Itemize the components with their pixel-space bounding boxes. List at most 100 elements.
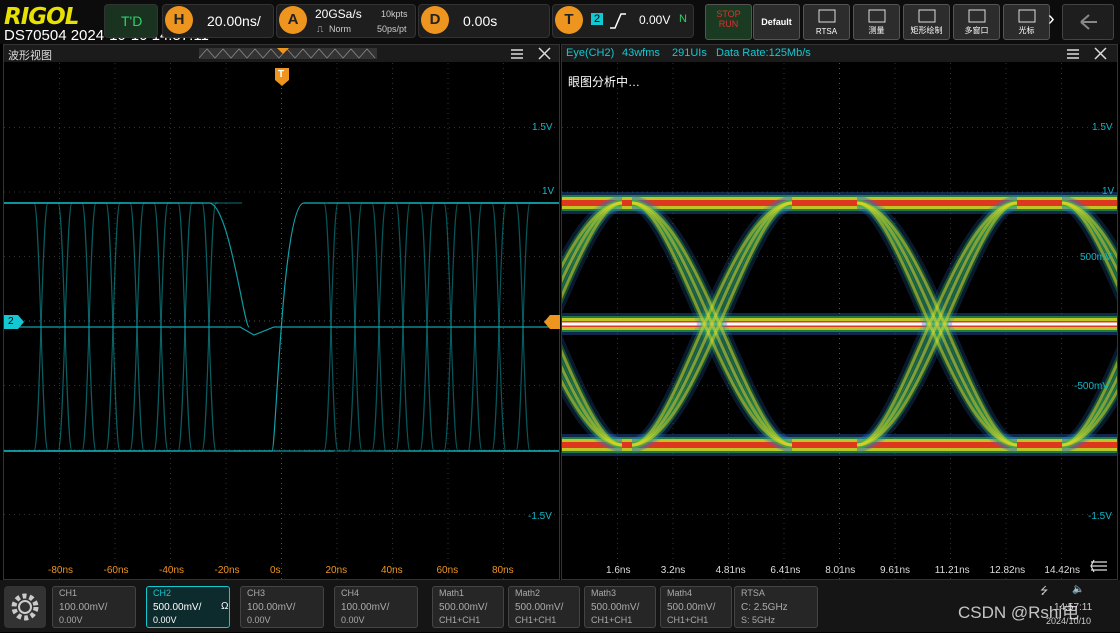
box-value: 100.00mV/	[59, 602, 108, 613]
y-label: -1.5V	[528, 511, 552, 522]
x-label: 60ns	[436, 565, 459, 576]
box-subvalue: CH1+CH1	[591, 615, 633, 625]
math-1-box[interactable]: Math1 500.00mV/CH1+CH1	[432, 586, 504, 628]
toolbar-button-label: RTSA	[815, 27, 838, 36]
delay-value: 0.00s	[463, 13, 498, 29]
watermark: CSDN @Rshi电	[958, 603, 1080, 622]
box-name: Math4	[667, 588, 693, 598]
math-3-box[interactable]: Math3 500.00mV/CH1+CH1	[584, 586, 656, 628]
trigger-status-button[interactable]: T'D	[104, 4, 158, 38]
waveform-view-pane: 波形视图 T 2 1.5V 1V -1.5V -80ns -60ns -40ns -2…	[3, 44, 560, 580]
menu-icon[interactable]	[1066, 47, 1080, 60]
horizontal-scale: 20.00ns/	[207, 13, 261, 29]
acquire-badge: A	[279, 6, 307, 34]
box-subvalue: 0.00V	[59, 615, 83, 625]
delay-badge: D	[421, 6, 449, 34]
rising-edge-icon	[610, 13, 626, 29]
eye-source: Eye(CH2)	[566, 47, 615, 59]
measure-button[interactable]: 测量	[853, 4, 900, 40]
box-value: 500.00mV/	[153, 602, 202, 613]
eye-data-rate: Data Rate:125Mb/s	[716, 47, 811, 59]
trigger-button[interactable]: T 2 0.00V N	[552, 4, 694, 38]
eye-analysis-status: 眼图分析中…	[568, 75, 641, 89]
measure-icon	[868, 9, 886, 23]
eye-diagram-header: Eye(CH2) 43wfms 291UIs Data Rate:125Mb/s	[562, 45, 1117, 62]
trigger-position-marker[interactable]: T	[274, 67, 290, 87]
channel2-marker[interactable]: 2	[4, 315, 24, 329]
y-label: 1.5V	[532, 122, 553, 133]
eye-diagram-grid[interactable]	[562, 63, 1117, 579]
x-label: -80ns	[48, 565, 74, 576]
horizontal-badge: H	[165, 6, 193, 34]
close-icon[interactable]	[538, 47, 551, 60]
toolbar-button-label: 多窗口	[964, 26, 989, 35]
waveform-view-header: 波形视图	[4, 45, 559, 62]
cursor-icon	[1018, 9, 1036, 23]
rtsa-icon	[818, 9, 836, 23]
delay-button[interactable]: D 0.00s	[418, 4, 550, 38]
back-button[interactable]	[1062, 4, 1114, 40]
acquire-button[interactable]: A 20GSa/s ⎍ Norm 10kpts 50ps/pt	[276, 4, 416, 38]
horizontal-button[interactable]: H 20.00ns/	[162, 4, 274, 38]
x-label: 8.01ns	[825, 565, 856, 576]
toolbar-button-label: STOP RUN	[716, 9, 741, 29]
back-icon	[1080, 14, 1097, 30]
eye-waveform-count: 43wfms	[622, 47, 660, 59]
rtsa-button[interactable]: RTSA	[803, 4, 850, 40]
waveform-view-title: 波形视图	[8, 50, 52, 62]
sample-period: 50ps/pt	[377, 24, 407, 34]
eye-diagram-pane: Eye(CH2) 43wfms 291UIs Data Rate:125Mb/s…	[561, 44, 1118, 580]
memory-overview-bar[interactable]	[199, 48, 377, 59]
default-button[interactable]: Default	[753, 4, 800, 40]
x-label: 6.41ns	[770, 565, 801, 576]
y-label: 1V	[542, 186, 555, 197]
trigger-badge: T	[555, 6, 583, 34]
trigger-source: 2	[591, 13, 604, 25]
x-label: 20ns	[325, 565, 348, 576]
channel-2-box[interactable]: CH2 500.00mV/0.00V Ω	[146, 586, 230, 628]
x-label: -40ns	[159, 565, 185, 576]
box-subvalue: 0.00V	[341, 615, 365, 625]
box-subvalue: CH1+CH1	[667, 615, 709, 625]
x-label: 9.61ns	[880, 565, 911, 576]
stop-run-button[interactable]: STOP RUN	[705, 4, 752, 40]
trigger-level-marker[interactable]	[544, 315, 560, 329]
rect-draw-button[interactable]: 矩形绘制	[903, 4, 950, 40]
x-label: -60ns	[103, 565, 129, 576]
close-icon[interactable]	[1094, 47, 1107, 60]
gear-icon	[11, 593, 39, 621]
box-value: C: 2.5GHz	[741, 602, 788, 613]
box-name: CH3	[247, 588, 266, 598]
acquire-mode: Norm	[329, 24, 351, 34]
cursor-button[interactable]: 光标	[1003, 4, 1050, 40]
multiwindow-icon	[968, 9, 986, 23]
y-label: 1V	[1102, 186, 1115, 197]
x-label: 3.2ns	[660, 565, 686, 576]
multiwindow-button[interactable]: 多窗口	[953, 4, 1000, 40]
x-label: -20ns	[214, 565, 240, 576]
x-label: 12.82ns	[989, 565, 1026, 576]
settings-button[interactable]	[4, 586, 46, 628]
collapse-icon[interactable]	[1090, 559, 1108, 573]
waveform-grid[interactable]	[4, 63, 559, 579]
rtsa-box[interactable]: RTSA C: 2.5GHz S: 5GHz	[734, 586, 818, 628]
channel-4-box[interactable]: CH4 100.00mV/0.00V	[334, 586, 418, 628]
channel-3-box[interactable]: CH3 100.00mV/0.00V	[240, 586, 324, 628]
toolbar-button-label: 测量	[868, 26, 885, 35]
box-name: RTSA	[741, 588, 765, 598]
impedance-label: Ω	[221, 601, 229, 612]
box-value: 500.00mV/	[515, 602, 564, 613]
toolbar-button-label: 矩形绘制	[910, 26, 943, 35]
memory-depth: 10kpts	[381, 9, 408, 19]
box-value: 500.00mV/	[667, 602, 716, 613]
acquire-mode-icon: ⎍	[317, 24, 324, 34]
more-arrow-icon[interactable]: ›	[1048, 8, 1055, 31]
speaker-icon[interactable]: 🔈	[1072, 584, 1084, 595]
channel-1-box[interactable]: CH1 100.00mV/0.00V	[52, 586, 136, 628]
box-value: 500.00mV/	[591, 602, 640, 613]
menu-icon[interactable]	[510, 47, 524, 60]
math-2-box[interactable]: Math2 500.00mV/CH1+CH1	[508, 586, 580, 628]
math-4-box[interactable]: Math4 500.00mV/CH1+CH1	[660, 586, 732, 628]
rect-draw-icon	[918, 9, 936, 23]
x-label: 40ns	[381, 565, 403, 576]
